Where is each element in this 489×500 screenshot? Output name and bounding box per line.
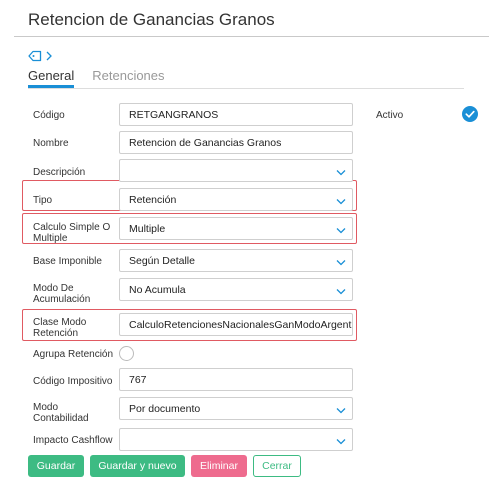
tabs-divider [28,88,464,89]
title-divider [14,36,489,37]
chevron-down-icon [336,286,346,298]
calculo-value: Multiple [129,222,166,235]
nombre-label: Nombre [33,138,69,149]
codigo-field[interactable]: RETGANGRANOS [119,103,353,126]
chevron-right-icon[interactable] [46,51,52,61]
tab-retenciones[interactable]: Retenciones [92,68,164,88]
nombre-field[interactable]: Retencion de Ganancias Granos [119,131,353,154]
impacto-label: Impacto Cashflow [33,435,113,446]
chevron-down-icon [336,225,346,237]
agrupa-toggle[interactable] [119,346,134,361]
tipo-select[interactable]: Retención [119,188,353,211]
modo-cont-label-line1: Modo [33,402,59,413]
check-circle-icon[interactable] [462,106,478,127]
tab-bar: General Retenciones [28,68,165,88]
agrupa-label: Agrupa Retención [33,349,114,360]
breadcrumb [28,50,52,62]
modo-cont-label-line2: Contabilidad [33,413,89,424]
calculo-select[interactable]: Multiple [119,217,353,240]
tipo-value: Retención [129,193,177,206]
codigo-imp-field[interactable]: 767 [119,368,353,391]
descripcion-select[interactable] [119,159,353,182]
clase-modo-label-line1: Clase Modo [33,317,87,328]
save-and-new-button[interactable]: Guardar y nuevo [90,455,185,477]
modo-cont-label: Modo Contabilidad [33,402,89,424]
base-value: Según Detalle [129,254,195,267]
base-select[interactable]: Según Detalle [119,249,353,272]
descripcion-label: Descripción [33,167,86,178]
chevron-down-icon [336,257,346,269]
chevron-down-icon [336,405,346,417]
tag-icon[interactable] [28,50,42,62]
codigo-label: Código [33,110,65,121]
calculo-label-line1: Calculo Simple O [33,222,111,233]
modo-acum-label-line1: Modo De [33,283,74,294]
modo-acum-label-line2: Acumulación [33,294,91,305]
chevron-down-icon [336,196,346,208]
clase-modo-field[interactable]: CalculoRetencionesNacionalesGanModoArgen… [119,313,353,336]
close-button[interactable]: Cerrar [253,455,301,477]
modo-acum-select[interactable]: No Acumula [119,278,353,301]
modo-acum-value: No Acumula [129,283,186,296]
base-label: Base Imponible [33,256,102,267]
calculo-label: Calculo Simple O Multiple [33,222,110,244]
codigo-imp-label: Código Impositivo [33,376,113,387]
tipo-label: Tipo [33,195,53,206]
delete-button[interactable]: Eliminar [191,455,247,477]
modo-acum-label: Modo De Acumulación [33,283,90,305]
tab-general[interactable]: General [28,68,75,88]
clase-modo-label: Clase Modo Retención [33,317,86,339]
save-button[interactable]: Guardar [28,455,84,477]
impacto-select[interactable] [119,428,353,451]
clase-modo-label-line2: Retención [33,328,79,339]
page-title: Retencion de Ganancias Granos [28,10,275,29]
chevron-down-icon [336,167,346,179]
chevron-down-icon [336,436,346,448]
calculo-label-line2: Multiple [33,233,68,244]
modo-cont-value: Por documento [129,402,201,415]
activo-label: Activo [376,110,404,121]
modo-cont-select[interactable]: Por documento [119,397,353,420]
